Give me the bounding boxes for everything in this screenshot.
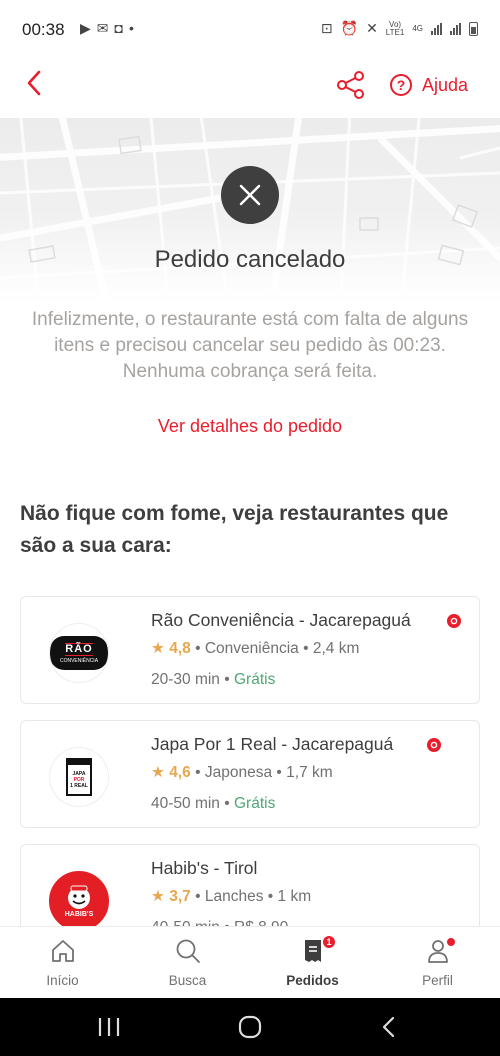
mute-icon: ✕ (366, 20, 378, 36)
system-navigation-bar (0, 998, 500, 1056)
star-icon: ★ (151, 764, 165, 781)
restaurant-name: Rão Conveniência - Jacarepaguá (151, 610, 411, 630)
restaurant-category: Japonesa (204, 764, 273, 781)
home-icon (51, 940, 74, 962)
square-icon: ◘ (114, 20, 129, 36)
share-icon (337, 71, 364, 99)
nav-label: Busca (168, 973, 207, 988)
restaurant-meta: ★ 4,6 • Japonesa • 1,7 km (151, 764, 333, 781)
restaurant-name: Japa Por 1 Real - Jacarepaguá (151, 734, 394, 754)
profile-notification-dot (445, 936, 457, 948)
back-nav-icon[interactable] (376, 1012, 402, 1042)
share-button[interactable] (336, 70, 366, 100)
restaurant-distance: 1 km (277, 888, 312, 905)
help-label: Ajuda (422, 74, 469, 95)
alarm-icon: ⏰ (340, 20, 359, 36)
restaurant-meta: ★ 3,7 • Lanches • 1 km (151, 888, 312, 905)
delivery-info: 40-50 min • Grátis (151, 795, 276, 812)
nav-item-inicio[interactable]: Início (0, 927, 125, 999)
restaurant-logo: JAPA POR 1 REAL (49, 747, 109, 807)
notification-icons: ▶✉◘• (80, 20, 140, 37)
order-status-title: Pedido cancelado (154, 246, 346, 273)
restaurant-distance: 2,4 km (312, 640, 360, 657)
restaurant-name: Habib's - Tirol (151, 858, 258, 878)
signal-icon-2 (450, 22, 461, 35)
play-icon: ▶ (80, 20, 97, 36)
home-button-icon[interactable] (235, 1012, 265, 1042)
recent-apps-icon[interactable] (96, 1012, 122, 1042)
delivery-fee: Grátis (234, 671, 276, 688)
status-time: 00:38 (22, 20, 65, 39)
restaurant-category: Lanches (204, 888, 264, 905)
chevron-left-icon (27, 70, 41, 96)
restaurant-category: Conveniência (204, 640, 299, 657)
delivery-info: 20-30 min • Grátis (151, 671, 276, 688)
nav-label: Pedidos (286, 973, 339, 988)
lock-icon: ⊡ (320, 20, 333, 36)
status-bar: 00:38 ▶✉◘• ⊡ ⏰ ✕ Vo) LTE1 4G (0, 0, 500, 62)
bottom-navigation: Início Busca 1 Pedidos Perfil (0, 926, 500, 998)
delivery-time: 20-30 min (151, 671, 220, 688)
restaurant-logo: RÃO CONVENIÊNCIA (49, 623, 109, 683)
battery-icon (469, 21, 478, 36)
mail-icon: ✉ (96, 20, 115, 36)
restaurant-rating: 3,7 (169, 888, 191, 905)
super-restaurant-icon (427, 738, 441, 752)
star-icon: ★ (151, 888, 165, 905)
volte-indicator: Vo) LTE1 (385, 19, 405, 37)
orders-badge: 1 (322, 935, 336, 949)
nav-item-pedidos[interactable]: 1 Pedidos (250, 927, 375, 999)
restaurant-card[interactable]: JAPA POR 1 REAL Japa Por 1 Real - Jacare… (20, 720, 480, 828)
order-details-link[interactable]: Ver detalhes do pedido (0, 416, 500, 437)
restaurant-card[interactable]: RÃO CONVENIÊNCIA Rão Conveniência - Jaca… (20, 596, 480, 704)
nav-label: Início (46, 973, 79, 988)
search-icon (176, 939, 200, 963)
restaurant-rating: 4,6 (169, 764, 191, 781)
nav-item-busca[interactable]: Busca (125, 927, 250, 999)
network-type: 4G (412, 23, 423, 33)
dot-icon: • (128, 20, 140, 36)
restaurant-distance: 1,7 km (286, 764, 333, 781)
delivery-time: 40-50 min (151, 795, 220, 812)
restaurant-meta: ★ 4,8 • Conveniência • 2,4 km (151, 640, 360, 657)
system-icons: ⊡ ⏰ ✕ Vo) LTE1 4G (321, 20, 478, 37)
signal-icon (431, 22, 442, 35)
order-status-description: Infelizmente, o restaurante está com fal… (31, 309, 469, 382)
close-icon (239, 184, 261, 206)
help-icon: ? (390, 74, 412, 96)
restaurant-logo: HABIB'S (49, 871, 109, 931)
star-icon: ★ (151, 640, 165, 657)
cancelled-status-icon (221, 166, 279, 224)
super-restaurant-icon (447, 614, 461, 628)
back-button[interactable] (20, 68, 50, 98)
nav-item-perfil[interactable]: Perfil (375, 927, 500, 999)
restaurant-rating: 4,8 (169, 640, 191, 657)
nav-label: Perfil (422, 973, 453, 988)
delivery-fee: Grátis (234, 795, 276, 812)
recommendations-title: Não fique com fome, veja restaurantes qu… (20, 502, 449, 557)
help-button[interactable]: ? Ajuda (390, 68, 468, 102)
